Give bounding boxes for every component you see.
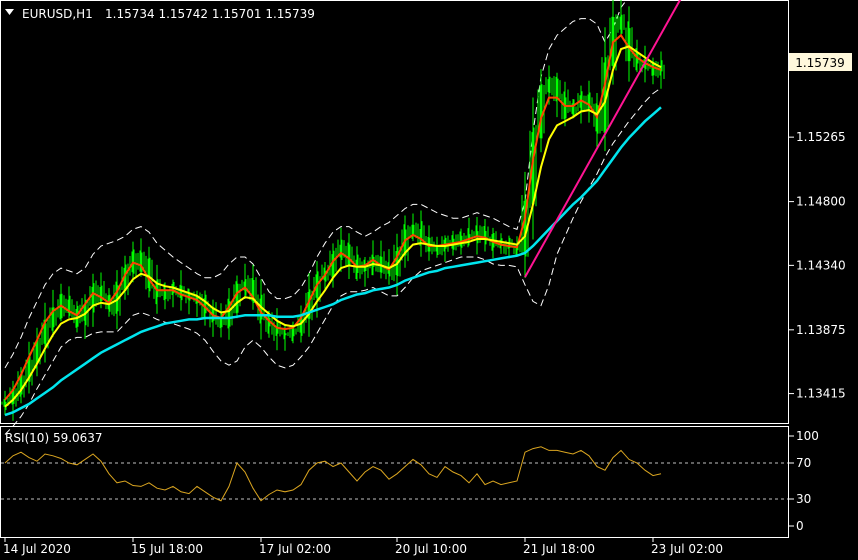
price-tick-label: 1.13875 (796, 323, 846, 337)
time-tick-label: 15 Jul 18:00 (131, 542, 203, 556)
band-upper-line (4, 0, 628, 369)
time-tick-label: 14 Jul 2020 (3, 542, 71, 556)
rsi-tick-label: 30 (796, 492, 811, 506)
current-price-label: 1.15739 (795, 56, 845, 70)
price-tick-label: 1.14800 (796, 195, 846, 209)
price-tick-label: 1.14340 (796, 258, 846, 272)
time-tick-label: 20 Jul 10:00 (395, 542, 467, 556)
moving-averages (4, 33, 662, 417)
mt4-chart-window[interactable]: EURUSD,H1 1.15734 1.15742 1.15701 1.1573… (0, 0, 858, 560)
rsi-line (4, 446, 662, 502)
symbol-menu-icon[interactable] (5, 9, 14, 15)
symbol-timeframe: EURUSD,H1 (22, 7, 93, 21)
price-candles (1, 0, 665, 421)
ema-fast-line (4, 33, 662, 401)
price-tick-label: 1.15265 (796, 130, 846, 144)
rsi-tick-label: 70 (796, 456, 811, 470)
time-tick-label: 23 Jul 02:00 (651, 542, 723, 556)
price-tick-label: 1.13415 (796, 387, 846, 401)
rsi-tick-label: 100 (796, 429, 819, 443)
price-panel-frame (0, 0, 789, 424)
time-tick-label: 21 Jul 18:00 (523, 542, 595, 556)
price-axis: 1.15265 1.14800 1.14340 1.13875 1.13415 (789, 130, 846, 401)
rsi-label: RSI(10) 59.0637 (5, 431, 103, 445)
rsi-axis: 100 70 30 0 (789, 429, 819, 533)
ohlc-values: 1.15734 1.15742 1.15701 1.15739 (105, 7, 315, 21)
rsi-series-line (4, 446, 662, 502)
bollinger-bands (4, 0, 662, 435)
time-axis: 14 Jul 2020 15 Jul 18:00 17 Jul 02:00 20 Ju… (3, 538, 723, 556)
time-tick-label: 17 Jul 02:00 (259, 542, 331, 556)
rsi-tick-label: 0 (796, 519, 804, 533)
rsi-levels (1, 462, 788, 500)
